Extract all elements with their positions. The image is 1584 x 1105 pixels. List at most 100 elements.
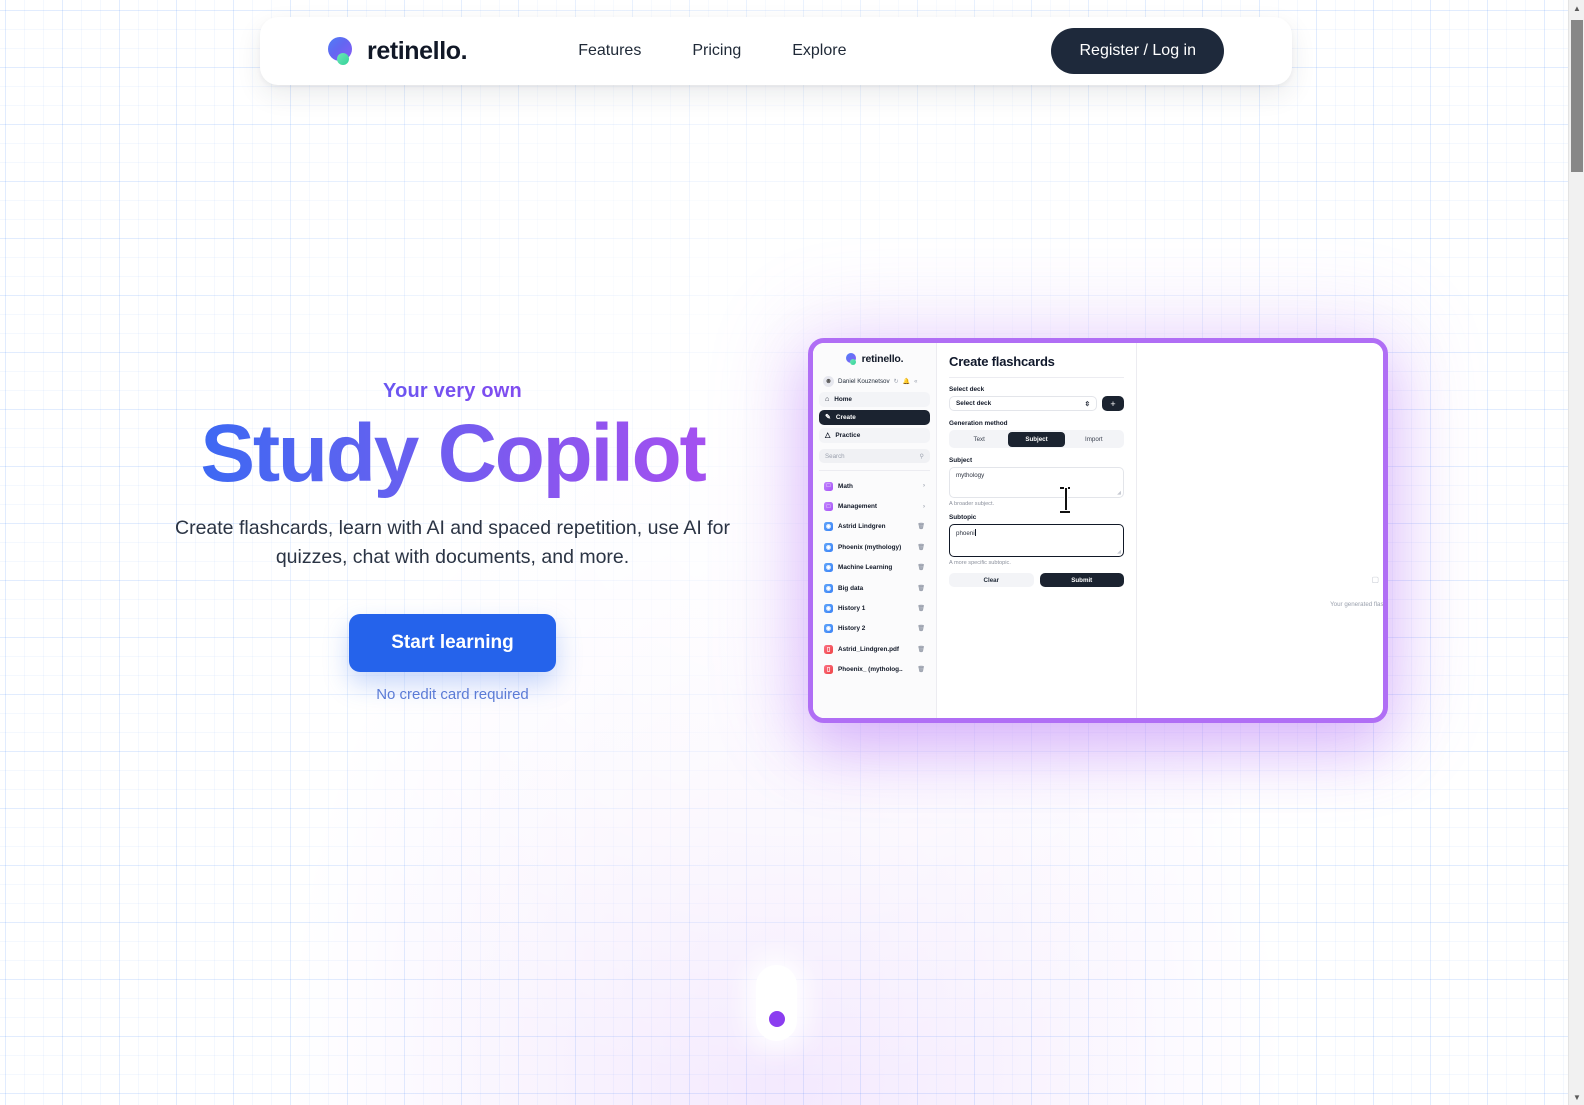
resize-handle-icon[interactable]: ◢ [1117,490,1121,496]
scroll-up-arrow-icon[interactable]: ▲ [1569,0,1584,16]
app-nav-create-label: Create [835,414,856,421]
tab-subject[interactable]: Subject [1007,431,1066,447]
browser-scrollbar[interactable]: ▲ ▼ [1568,0,1584,1105]
select-deck-dropdown[interactable]: Select deck ⇳ [949,396,1097,411]
deck-icon: ◉ [824,624,833,634]
subtopic-input[interactable]: phoeni ◢ [949,524,1124,557]
trash-icon[interactable]: 🗑 [917,646,925,653]
page-title: Study Copilot [130,410,775,498]
search-icon: ⚲ [919,452,924,460]
list-item-label: Astrid_Lindgren.pdf [838,645,900,653]
subject-help-text: A broader subject. [949,501,995,507]
start-learning-button[interactable]: Start learning [349,614,556,672]
chevron-updown-icon: ⇳ [1084,400,1090,408]
home-icon: ⌂ [825,396,830,403]
hero-cta-wrap: Start learning No credit card required [130,614,775,703]
hero-section: Your very own Study Copilot Create flash… [130,380,775,703]
submit-button[interactable]: Submit [1039,573,1124,587]
chevron-right-icon[interactable]: › [923,483,925,489]
trash-icon[interactable]: 🗑 [917,605,925,612]
add-deck-button[interactable]: + [1102,396,1124,411]
subtopic-label: Subtopic [949,514,977,521]
app-nav-practice-label: Practice [835,432,861,439]
app-deck-list: □ Math › □ Management › ◉ Astrid Lindgre… [819,476,930,680]
trash-icon[interactable]: 🗑 [917,585,925,592]
folder-icon: □ [824,502,833,512]
subject-label: Subject [949,457,973,464]
scroll-down-indicator[interactable] [756,965,797,1041]
tab-text[interactable]: Text [951,432,1008,447]
list-item[interactable]: ◉ Phoenix (mythology) 🗑 [819,537,930,557]
nav-link-explore[interactable]: Explore [792,42,846,60]
cards-icon: ▢ [1371,575,1379,584]
list-item-label: Big data [838,584,864,592]
trash-icon[interactable]: 🗑 [917,564,925,571]
app-preview-panel: retinello. ☻ Daniel Kouznetsov ↻ 🔔 « ⌂ H… [808,338,1388,723]
list-item-label: Phoenix (mythology) [838,543,902,551]
refresh-icon[interactable]: ↻ [894,378,899,385]
page-root: retinello. Features Pricing Explore Regi… [0,0,1568,1105]
register-login-button[interactable]: Register / Log in [1051,28,1224,74]
bell-icon[interactable]: 🔔 [903,378,910,385]
app-nav-home[interactable]: ⌂ Home [819,392,930,407]
list-item[interactable]: ▯ Phoenix_ (mytholog.. 🗑 [819,660,930,680]
text-caret [975,529,977,536]
app-search-input[interactable]: Search ⚲ [819,449,930,463]
pdf-icon: ▯ [824,644,833,654]
trash-icon[interactable]: 🗑 [917,625,925,632]
folder-icon: □ [824,481,833,491]
deck-icon: ◉ [824,563,833,573]
app-sidebar: retinello. ☻ Daniel Kouznetsov ↻ 🔔 « ⌂ H… [813,343,937,718]
app-search-placeholder: Search [825,452,845,460]
deck-icon: ◉ [824,542,833,552]
subject-input[interactable]: mythology ◢ [949,467,1124,498]
list-item-label: History 1 [838,605,866,613]
select-deck-value: Select deck [956,400,992,407]
tab-import[interactable]: Import [1065,432,1122,447]
app-brand-name: retinello. [861,353,904,365]
generation-method-tabs: Text Subject Import [949,430,1124,448]
list-item[interactable]: ◉ Big data 🗑 [819,578,930,598]
generated-flashcards-panel: ▢ Your generated flash [1137,343,1383,718]
list-item-label: Management [838,503,878,511]
hero-eyebrow: Your very own [130,380,775,403]
generation-method-label: Generation method [949,420,1008,427]
app-nav-create[interactable]: ✎ Create [819,410,930,425]
list-item[interactable]: ◉ History 2 🗑 [819,619,930,639]
generated-flashcards-note: Your generated flash [1330,601,1387,608]
trash-icon[interactable]: 🗑 [917,666,925,673]
list-item[interactable]: □ Management › [819,496,930,516]
list-item[interactable]: ◉ Astrid Lindgren 🗑 [819,517,930,537]
subject-value: mythology [956,472,985,479]
subtopic-help-text: A more specific subtopic. [949,560,1011,566]
nav-link-features[interactable]: Features [578,42,641,60]
clear-button[interactable]: Clear [949,573,1034,587]
list-item[interactable]: □ Math › [819,476,930,496]
form-divider [949,377,1124,378]
chevron-right-icon[interactable]: › [923,504,925,510]
collapse-icon[interactable]: « [914,379,917,385]
pencil-icon: ✎ [825,414,831,421]
resize-handle-icon[interactable]: ◢ [1117,549,1121,555]
brand-logo[interactable]: retinello. [328,36,468,66]
trash-icon[interactable]: 🗑 [917,523,925,530]
app-nav-practice[interactable]: △ Practice [819,428,930,443]
brand-name: retinello. [367,36,468,65]
list-item[interactable]: ◉ Machine Learning 🗑 [819,558,930,578]
create-flashcards-form: Create flashcards Select deck Select dec… [937,343,1137,718]
retinello-logo-icon [328,37,356,65]
graduation-icon: △ [825,432,831,439]
list-item-label: Math [838,482,853,490]
scroll-down-arrow-icon[interactable]: ▼ [1569,1089,1584,1105]
nav-link-pricing[interactable]: Pricing [692,42,741,60]
trash-icon[interactable]: 🗑 [917,544,925,551]
sidebar-divider [819,470,930,471]
app-user-row[interactable]: ☻ Daniel Kouznetsov ↻ 🔔 « [819,373,930,392]
list-item-label: Machine Learning [838,564,893,572]
list-item[interactable]: ◉ History 1 🗑 [819,598,930,618]
no-credit-card-note: No credit card required [376,686,529,703]
deck-icon: ◉ [824,583,833,593]
app-user-name: Daniel Kouznetsov [838,378,890,385]
scrollbar-thumb[interactable] [1571,20,1583,172]
list-item[interactable]: ▯ Astrid_Lindgren.pdf 🗑 [819,639,930,659]
